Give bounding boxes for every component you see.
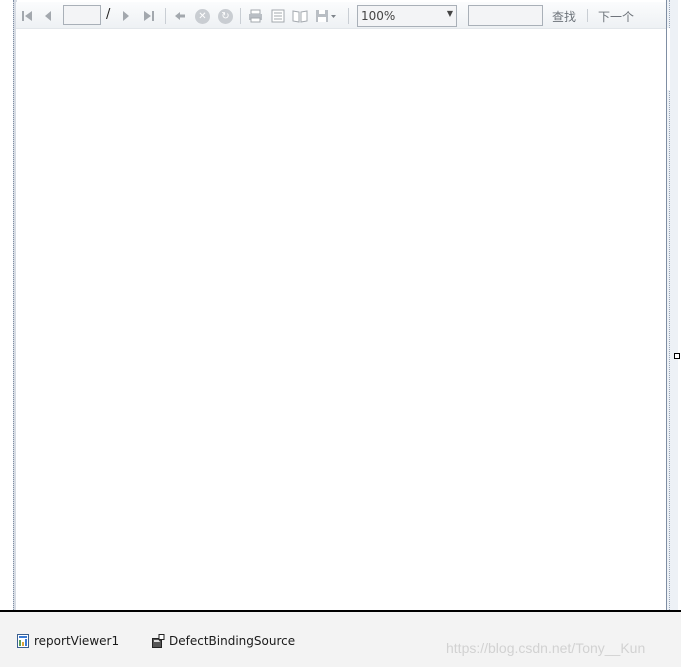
binding-source-icon [152,634,165,648]
first-page-icon[interactable] [19,8,35,24]
chevron-down-icon[interactable]: ▼ [447,9,453,18]
tray-item-label: DefectBindingSource [169,634,296,648]
last-page-icon[interactable] [141,8,157,24]
zoom-dropdown[interactable]: 100% ▼ [357,5,457,27]
page-setup-icon[interactable] [292,8,308,24]
toolbar-separator [165,8,166,24]
stop-icon[interactable]: ✕ [195,9,210,24]
print-icon[interactable] [247,8,263,24]
form-right-inner-edge [669,0,671,610]
export-icon[interactable] [315,8,337,24]
toolbar-separator [240,8,241,24]
tray-item-label: reportViewer1 [34,634,120,648]
next-page-icon[interactable] [118,8,134,24]
tray-item-defect-binding-source[interactable]: DefectBindingSource [152,632,295,650]
report-viewer-control[interactable]: / ✕ ↻ 100% ▼ 查找 下一个 [16,2,666,610]
component-tray: reportViewer1 DefectBindingSource https:… [0,612,681,667]
back-icon[interactable] [172,8,188,24]
page-separator: / [106,7,111,22]
previous-page-icon[interactable] [40,8,56,24]
resize-handle[interactable] [674,353,680,359]
zoom-selected-value: 100% [361,9,396,23]
refresh-icon[interactable]: ↻ [218,9,233,24]
find-next-link[interactable]: 下一个 [598,8,634,25]
print-layout-icon[interactable] [270,8,286,24]
viewer-scroll-thumb[interactable] [667,28,670,90]
report-viewer-toolbar: / ✕ ↻ 100% ▼ 查找 下一个 [16,2,666,29]
find-link[interactable]: 查找 [552,8,576,25]
form-designer-surface: / ✕ ↻ 100% ▼ 查找 下一个 [0,0,681,610]
toolbar-separator [348,8,349,24]
page-number-input[interactable] [63,5,101,25]
find-text-input[interactable] [468,5,543,26]
tray-item-report-viewer[interactable]: reportViewer1 [17,632,119,650]
toolbar-separator [587,9,588,22]
report-viewer-icon [17,634,29,648]
watermark: https://blog.csdn.net/Tony__Kun [446,640,646,656]
form-right-border [666,0,678,610]
